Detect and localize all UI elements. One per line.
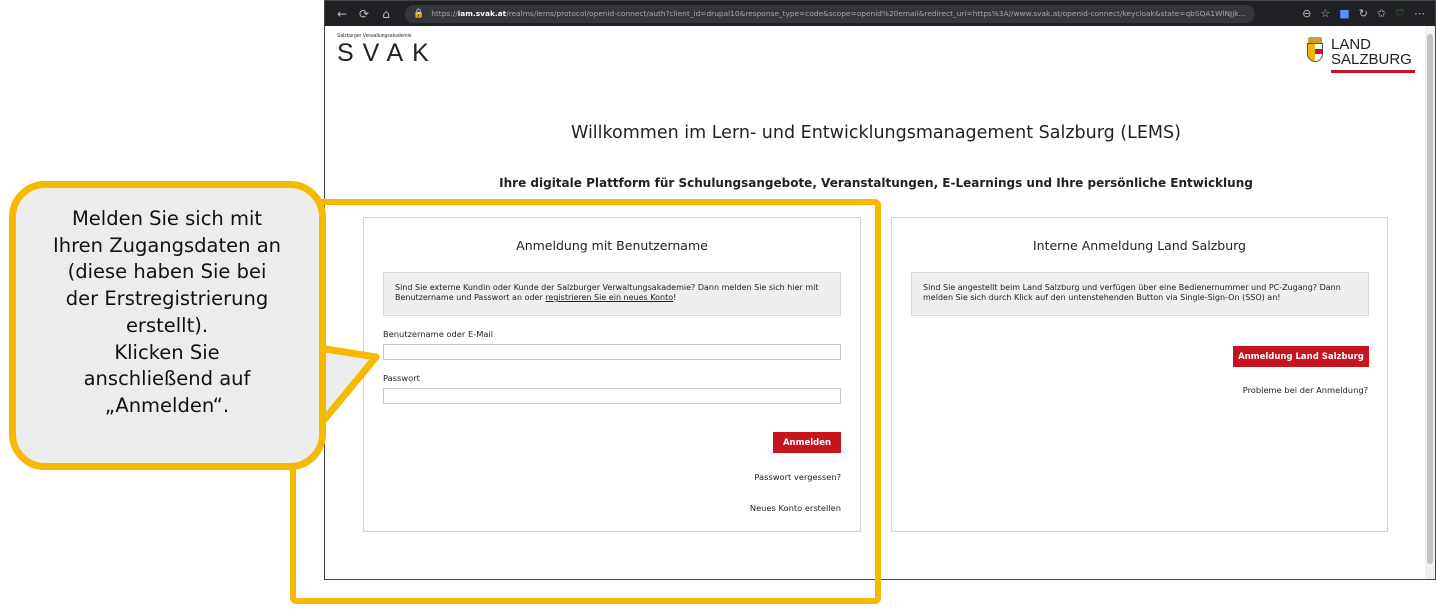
land-logo-line2: SALZBURG [1331, 51, 1412, 68]
svak-logo[interactable]: Salzburger Verwaltungsakademie SVAK [337, 33, 438, 66]
home-icon[interactable]: ⌂ [375, 7, 397, 21]
refresh-extension-icon[interactable]: ↻ [1359, 7, 1368, 20]
reader-mode-icon[interactable]: ⊖ [1302, 7, 1311, 20]
favorites-icon[interactable]: ✩ [1377, 7, 1386, 20]
lock-icon: 🔒 [413, 8, 425, 19]
login-problems-link[interactable]: Probleme bei der Anmeldung? [1243, 385, 1368, 395]
internal-login-panel: Interne Anmeldung Land Salzburg Sind Sie… [891, 217, 1388, 532]
internal-login-title: Interne Anmeldung Land Salzburg [1032, 238, 1246, 253]
extension-icon[interactable]: ■ [1339, 7, 1349, 20]
scrollbar-thumb[interactable] [1427, 34, 1433, 564]
url-text: https://iam.svak.at/realms/lems/protocol… [431, 9, 1247, 18]
favorite-star-icon[interactable]: ☆ [1320, 7, 1330, 20]
menu-dots-icon[interactable]: ⋯ [1414, 7, 1425, 20]
callout-text: Melden Sie sich mit Ihren Zugangsdaten a… [52, 207, 282, 417]
coat-of-arms-icon [1305, 37, 1325, 63]
reload-icon[interactable]: ⟳ [353, 7, 375, 21]
health-extension-icon[interactable]: ♡ [1395, 7, 1405, 20]
sso-login-button[interactable]: Anmeldung Land Salzburg [1233, 346, 1369, 367]
page-title: Willkommen im Lern- und Entwicklungsmana… [571, 123, 1181, 143]
svak-logo-text: SVAK [337, 39, 438, 67]
land-salzburg-logo[interactable]: LAND SALZBURG [1305, 37, 1415, 73]
screenshot-stage: ← ⟳ ⌂ 🔒 https://iam.svak.at/realms/lems/… [0, 0, 1436, 615]
land-logo-underline [1331, 70, 1415, 73]
address-bar[interactable]: 🔒 https://iam.svak.at/realms/lems/protoc… [405, 4, 1255, 23]
page-subtitle: Ihre digitale Plattform für Schulungsang… [499, 176, 1253, 190]
internal-info-box: Sind Sie angestellt beim Land Salzburg u… [911, 272, 1369, 316]
back-arrow-icon[interactable]: ← [331, 7, 353, 21]
browser-extension-icons: ⊖ ☆ ■ ↻ ✩ ♡ ⋯ [1302, 7, 1429, 20]
land-logo-line1: LAND [1331, 36, 1372, 53]
page-scrollbar[interactable] [1425, 26, 1435, 579]
browser-toolbar: ← ⟳ ⌂ 🔒 https://iam.svak.at/realms/lems/… [325, 1, 1435, 26]
